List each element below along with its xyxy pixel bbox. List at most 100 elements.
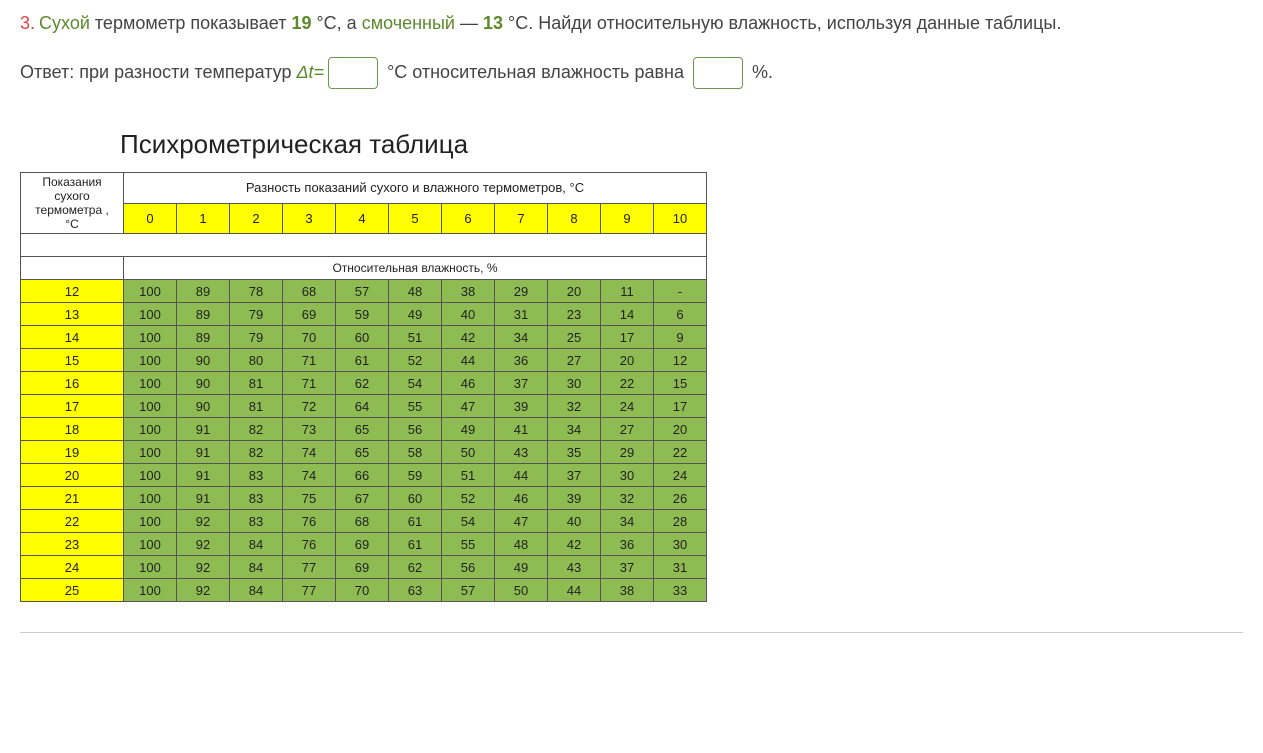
humidity-cell: 48 — [389, 280, 442, 303]
humidity-cell: 61 — [389, 533, 442, 556]
answer-prefix: Ответ: при разности температур — [20, 62, 296, 82]
table-row: 2510092847770635750443833 — [21, 579, 707, 602]
humidity-cell: 100 — [124, 395, 177, 418]
humidity-cell: 50 — [495, 579, 548, 602]
row-temp: 15 — [21, 349, 124, 372]
humidity-cell: 20 — [654, 418, 707, 441]
humidity-cell: 27 — [548, 349, 601, 372]
humidity-cell: 100 — [124, 510, 177, 533]
humidity-cell: 46 — [442, 372, 495, 395]
humidity-cell: 61 — [389, 510, 442, 533]
humidity-cell: 91 — [177, 487, 230, 510]
humidity-cell: 100 — [124, 349, 177, 372]
humidity-cell: 33 — [654, 579, 707, 602]
humidity-cell: 81 — [230, 395, 283, 418]
humidity-cell: 34 — [495, 326, 548, 349]
subheader-empty — [21, 257, 124, 280]
row-temp: 12 — [21, 280, 124, 303]
humidity-cell: 30 — [601, 464, 654, 487]
humidity-cell: 54 — [442, 510, 495, 533]
q-text-4: °C. Найди относительную влажность, испол… — [503, 13, 1061, 33]
humidity-cell: 57 — [442, 579, 495, 602]
word-wet: смоченный — [362, 13, 455, 33]
humidity-cell: 35 — [548, 441, 601, 464]
humidity-cell: 6 — [654, 303, 707, 326]
humidity-cell: 27 — [601, 418, 654, 441]
humidity-cell: 34 — [548, 418, 601, 441]
row-temp: 22 — [21, 510, 124, 533]
col-num: 10 — [654, 203, 707, 234]
humidity-cell: 51 — [442, 464, 495, 487]
row-temp: 21 — [21, 487, 124, 510]
humidity-cell: 17 — [654, 395, 707, 418]
humidity-cell: 28 — [654, 510, 707, 533]
row-temp: 23 — [21, 533, 124, 556]
humidity-cell: 74 — [283, 464, 336, 487]
temp-dry: 19 — [291, 13, 311, 33]
humidity-cell: 20 — [601, 349, 654, 372]
table-row: 1710090817264554739322417 — [21, 395, 707, 418]
col-num: 3 — [283, 203, 336, 234]
humidity-cell: 80 — [230, 349, 283, 372]
humidity-cell: 37 — [601, 556, 654, 579]
humidity-cell: 30 — [654, 533, 707, 556]
humidity-cell: 100 — [124, 533, 177, 556]
humidity-cell: 12 — [654, 349, 707, 372]
row-temp: 16 — [21, 372, 124, 395]
humidity-cell: 57 — [336, 280, 389, 303]
humidity-cell: 43 — [548, 556, 601, 579]
question-text: 3.Сухой термометр показывает 19 °C, а см… — [20, 10, 1243, 37]
humidity-cell: 82 — [230, 441, 283, 464]
humidity-cell: 44 — [442, 349, 495, 372]
row-temp: 18 — [21, 418, 124, 441]
col-header-label: Разность показаний сухого и влажного тер… — [124, 173, 707, 204]
row-temp: 20 — [21, 464, 124, 487]
humidity-cell: 90 — [177, 395, 230, 418]
humidity-cell: 60 — [389, 487, 442, 510]
humidity-cell: 36 — [601, 533, 654, 556]
row-header-label: Показания сухого термометра , °C — [21, 173, 124, 234]
humidity-cell: 30 — [548, 372, 601, 395]
humidity-cell: 67 — [336, 487, 389, 510]
humidity-cell: 78 — [230, 280, 283, 303]
humidity-cell: 89 — [177, 280, 230, 303]
humidity-cell: 29 — [495, 280, 548, 303]
row-temp: 25 — [21, 579, 124, 602]
delta-t-input[interactable] — [328, 57, 378, 89]
table-row: 1810091827365564941342720 — [21, 418, 707, 441]
table-row: 141008979706051423425179 — [21, 326, 707, 349]
humidity-cell: 77 — [283, 579, 336, 602]
humidity-cell: 81 — [230, 372, 283, 395]
humidity-cell: 69 — [336, 533, 389, 556]
humidity-cell: 29 — [601, 441, 654, 464]
humidity-cell: 63 — [389, 579, 442, 602]
psychrometric-table: Показания сухого термометра , °C Разност… — [20, 172, 707, 602]
humidity-cell: 92 — [177, 533, 230, 556]
humidity-cell: 49 — [495, 556, 548, 579]
humidity-cell: 91 — [177, 441, 230, 464]
answer-suffix: %. — [747, 62, 773, 82]
humidity-cell: 42 — [548, 533, 601, 556]
humidity-cell: - — [654, 280, 707, 303]
humidity-cell: 43 — [495, 441, 548, 464]
table-row: 2010091837466595144373024 — [21, 464, 707, 487]
humidity-cell: 23 — [548, 303, 601, 326]
humidity-cell: 24 — [601, 395, 654, 418]
humidity-cell: 40 — [548, 510, 601, 533]
col-num: 6 — [442, 203, 495, 234]
bottom-rule — [20, 632, 1243, 633]
humidity-cell: 100 — [124, 464, 177, 487]
humidity-cell: 34 — [601, 510, 654, 533]
humidity-cell: 20 — [548, 280, 601, 303]
humidity-cell: 15 — [654, 372, 707, 395]
humidity-cell: 26 — [654, 487, 707, 510]
word-dry: Сухой — [39, 13, 90, 33]
humidity-cell: 51 — [389, 326, 442, 349]
humidity-cell: 75 — [283, 487, 336, 510]
humidity-cell: 44 — [548, 579, 601, 602]
humidity-cell: 100 — [124, 372, 177, 395]
humidity-cell: 90 — [177, 349, 230, 372]
humidity-cell: 89 — [177, 326, 230, 349]
humidity-input[interactable] — [693, 57, 743, 89]
col-num: 5 — [389, 203, 442, 234]
